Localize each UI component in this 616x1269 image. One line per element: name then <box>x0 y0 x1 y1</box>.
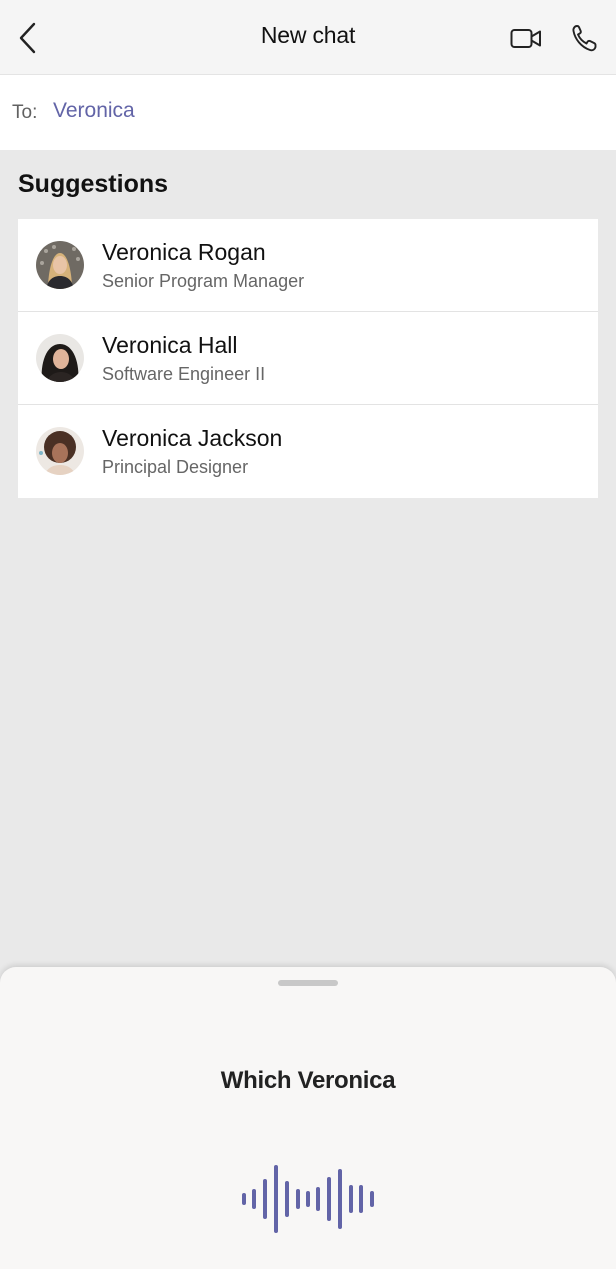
drag-handle[interactable] <box>278 980 338 986</box>
avatar <box>36 427 84 475</box>
recipient-field[interactable]: To: Veronica <box>0 75 616 150</box>
suggestions-heading: Suggestions <box>18 170 169 198</box>
suggestions-list: Veronica Rogan Senior Program Manager Ve… <box>18 219 598 498</box>
avatar <box>36 334 84 382</box>
audio-call-button[interactable] <box>566 20 602 56</box>
voice-waveform-icon <box>242 1165 374 1233</box>
to-label: To: <box>12 102 38 123</box>
voice-prompt: Which Veronica <box>220 1067 396 1094</box>
list-item[interactable]: Veronica Jackson Principal Designer <box>18 405 598 498</box>
contact-name: Veronica Hall <box>102 332 238 358</box>
video-call-button[interactable] <box>506 22 546 56</box>
voice-assistant-sheet: Which Veronica <box>0 967 616 1269</box>
recipient-input[interactable]: Veronica <box>53 99 135 123</box>
top-bar: New chat <box>0 0 616 75</box>
avatar <box>36 241 84 289</box>
contact-name: Veronica Jackson <box>102 425 283 451</box>
contact-title: Principal Designer <box>102 457 249 477</box>
contact-title: Software Engineer II <box>102 364 266 384</box>
app-screen: New chat To: Veronica Suggestions Veroni… <box>0 0 616 1269</box>
contact-title: Senior Program Manager <box>102 271 305 291</box>
video-camera-icon <box>510 29 541 48</box>
list-item[interactable]: Veronica Rogan Senior Program Manager <box>18 219 598 312</box>
phone-icon <box>572 25 597 52</box>
contact-name: Veronica Rogan <box>102 239 266 265</box>
list-item[interactable]: Veronica Hall Software Engineer II <box>18 312 598 405</box>
